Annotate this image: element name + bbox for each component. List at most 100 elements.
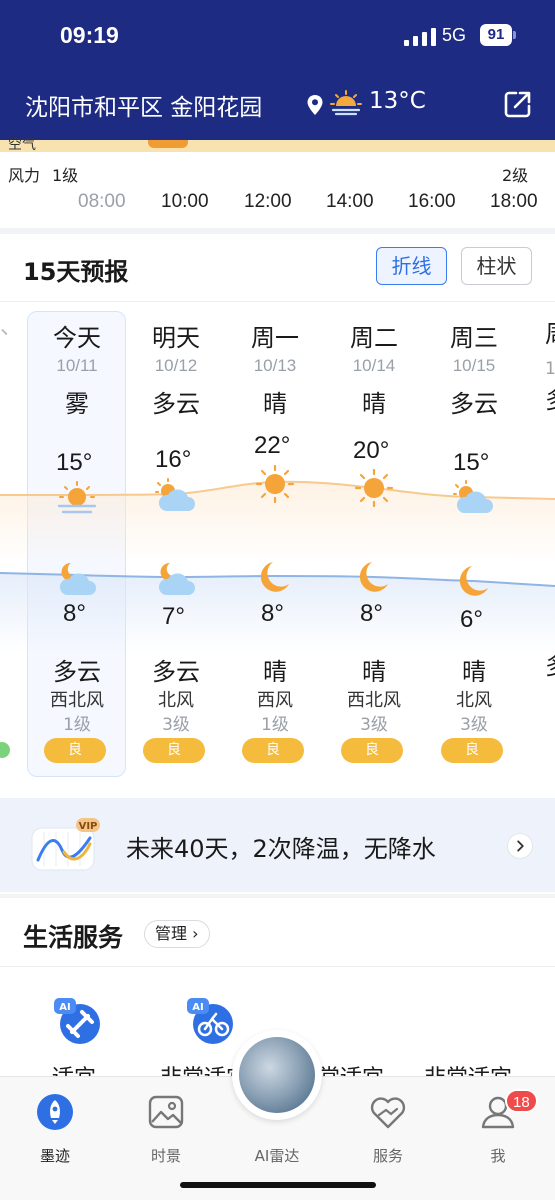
- aqi-badge: 良: [44, 738, 106, 763]
- partly-cloudy-icon: [155, 478, 195, 511]
- day-date: 10/11: [56, 356, 98, 375]
- hour-label: 16:00: [408, 191, 456, 212]
- nav-label: 服务: [372, 1147, 403, 1165]
- manage-label: 管理: [155, 924, 188, 943]
- battery-icon: 91: [480, 24, 516, 46]
- night-condition: 多云: [53, 658, 101, 686]
- nav-label: AI雷达: [254, 1147, 300, 1165]
- wind-level: 1级: [52, 166, 79, 185]
- moon-icon: [359, 562, 388, 592]
- notification-badge: 18: [505, 1089, 538, 1113]
- high-temp: 15°: [453, 449, 490, 476]
- day-date: 10/13: [253, 356, 297, 375]
- high-temp: 15°: [56, 449, 93, 476]
- aqi-badge: 良: [341, 738, 403, 763]
- wind-direction: 西北风: [50, 690, 104, 711]
- moon-icon: [459, 566, 488, 596]
- day-name: 周一: [251, 324, 299, 352]
- forecast-card: 15天预报 折线 柱状 、 周 1 多 多 今天 10/11: [0, 234, 555, 894]
- day-condition: 多云: [152, 390, 200, 418]
- sky-orb-icon: [239, 1037, 315, 1113]
- network-type: 5G: [442, 25, 467, 45]
- chevron-right-icon[interactable]: [507, 833, 533, 859]
- ai-tag: AI: [59, 1002, 70, 1013]
- svg-text:周: 周: [545, 320, 555, 348]
- wind-direction: 北风: [456, 690, 492, 711]
- nav-label: 墨迹: [39, 1147, 70, 1165]
- vip-40day-banner[interactable]: VIP 未来40天，2次降温，无降水: [0, 798, 555, 892]
- section-title: 生活服务: [23, 923, 124, 952]
- ai-tag: AI: [192, 1002, 203, 1013]
- wind-level: 3级: [460, 715, 488, 735]
- home-indicator[interactable]: [180, 1182, 376, 1188]
- hourly-strip[interactable]: 空气 风力 1级 2级 08:00 10:00 12:00 14:00 16:0…: [0, 137, 555, 228]
- wind-level: 1级: [261, 715, 289, 735]
- partly-cloudy-icon: [453, 480, 493, 513]
- fog-icon: [57, 481, 97, 514]
- air-quality-label: 空气: [8, 137, 36, 153]
- day-name: 今天: [53, 324, 101, 352]
- image-icon: [148, 1095, 184, 1129]
- location-title[interactable]: 沈阳市和平区 金阳花园: [25, 88, 262, 122]
- wind-label: 风力: [8, 166, 41, 185]
- fitness-icon[interactable]: AI: [52, 996, 102, 1046]
- wind-level: 3级: [162, 715, 190, 735]
- app-header: 09:19 5G 91 沈阳市和平区 金阳花园 13°C: [0, 0, 555, 140]
- divider: [0, 966, 555, 967]
- wind-direction: 北风: [158, 690, 194, 711]
- high-temp: 20°: [353, 437, 390, 464]
- share-icon[interactable]: [502, 88, 534, 120]
- high-temp: 22°: [254, 432, 291, 459]
- rocket-icon: [37, 1094, 73, 1130]
- heart-hands-icon: [370, 1097, 406, 1129]
- day-condition: 雾: [65, 390, 89, 418]
- night-condition: 晴: [462, 658, 486, 686]
- low-temp: 8°: [261, 600, 284, 627]
- hour-label: 18:00: [490, 191, 538, 212]
- cloudy-night-icon: [59, 562, 96, 595]
- chevron-right-icon: ›: [192, 924, 199, 943]
- wind-direction: 西风: [257, 690, 293, 711]
- ai-radar-button[interactable]: [232, 1030, 322, 1120]
- vip-badge: VIP: [79, 821, 98, 832]
- day-date: 10/12: [154, 356, 198, 375]
- wind-level: 2级: [502, 166, 529, 185]
- low-temp: 7°: [162, 603, 185, 630]
- hour-label: 08:00: [78, 191, 126, 212]
- air-quality-bar: [0, 140, 555, 152]
- day-name: 周三: [450, 324, 498, 352]
- svg-text:、: 、: [0, 315, 22, 340]
- aqi-badge: 良: [143, 738, 205, 763]
- aqi-badge: 良: [242, 738, 304, 763]
- high-temp: 16°: [155, 446, 192, 473]
- day-name: 周二: [350, 324, 398, 352]
- hour-label: 14:00: [326, 191, 374, 212]
- night-condition: 晴: [362, 658, 386, 686]
- vip-summary: 未来40天，2次降温，无降水: [126, 835, 436, 863]
- trend-chart-icon: VIP: [31, 818, 100, 871]
- moon-icon: [260, 562, 289, 592]
- battery-level: 91: [480, 24, 512, 46]
- hour-label: 12:00: [244, 191, 292, 212]
- cycling-icon[interactable]: AI: [185, 996, 235, 1046]
- night-condition: 多云: [152, 658, 200, 686]
- manage-button[interactable]: 管理 ›: [144, 920, 210, 948]
- day-condition: 多云: [450, 390, 498, 418]
- day-date: 10/15: [452, 356, 496, 375]
- signal-icon: [404, 28, 436, 46]
- sunrise-haze-icon: [330, 90, 362, 116]
- day-condition: 晴: [263, 390, 287, 418]
- day-date: 10/14: [352, 356, 396, 375]
- sun-icon: [354, 468, 394, 508]
- aqi-badge: 良: [441, 738, 503, 763]
- current-temperature: 13°C: [369, 88, 426, 114]
- low-temp: 8°: [63, 600, 86, 627]
- hour-label: 10:00: [161, 191, 209, 212]
- wind-direction: 西北风: [347, 690, 401, 711]
- location-pin-icon[interactable]: [306, 94, 324, 116]
- cloudy-night-icon: [158, 562, 195, 595]
- day-condition: 晴: [362, 390, 386, 418]
- status-time: 09:19: [60, 22, 119, 48]
- nav-label: 我: [490, 1147, 506, 1165]
- nav-label: 时景: [150, 1147, 181, 1165]
